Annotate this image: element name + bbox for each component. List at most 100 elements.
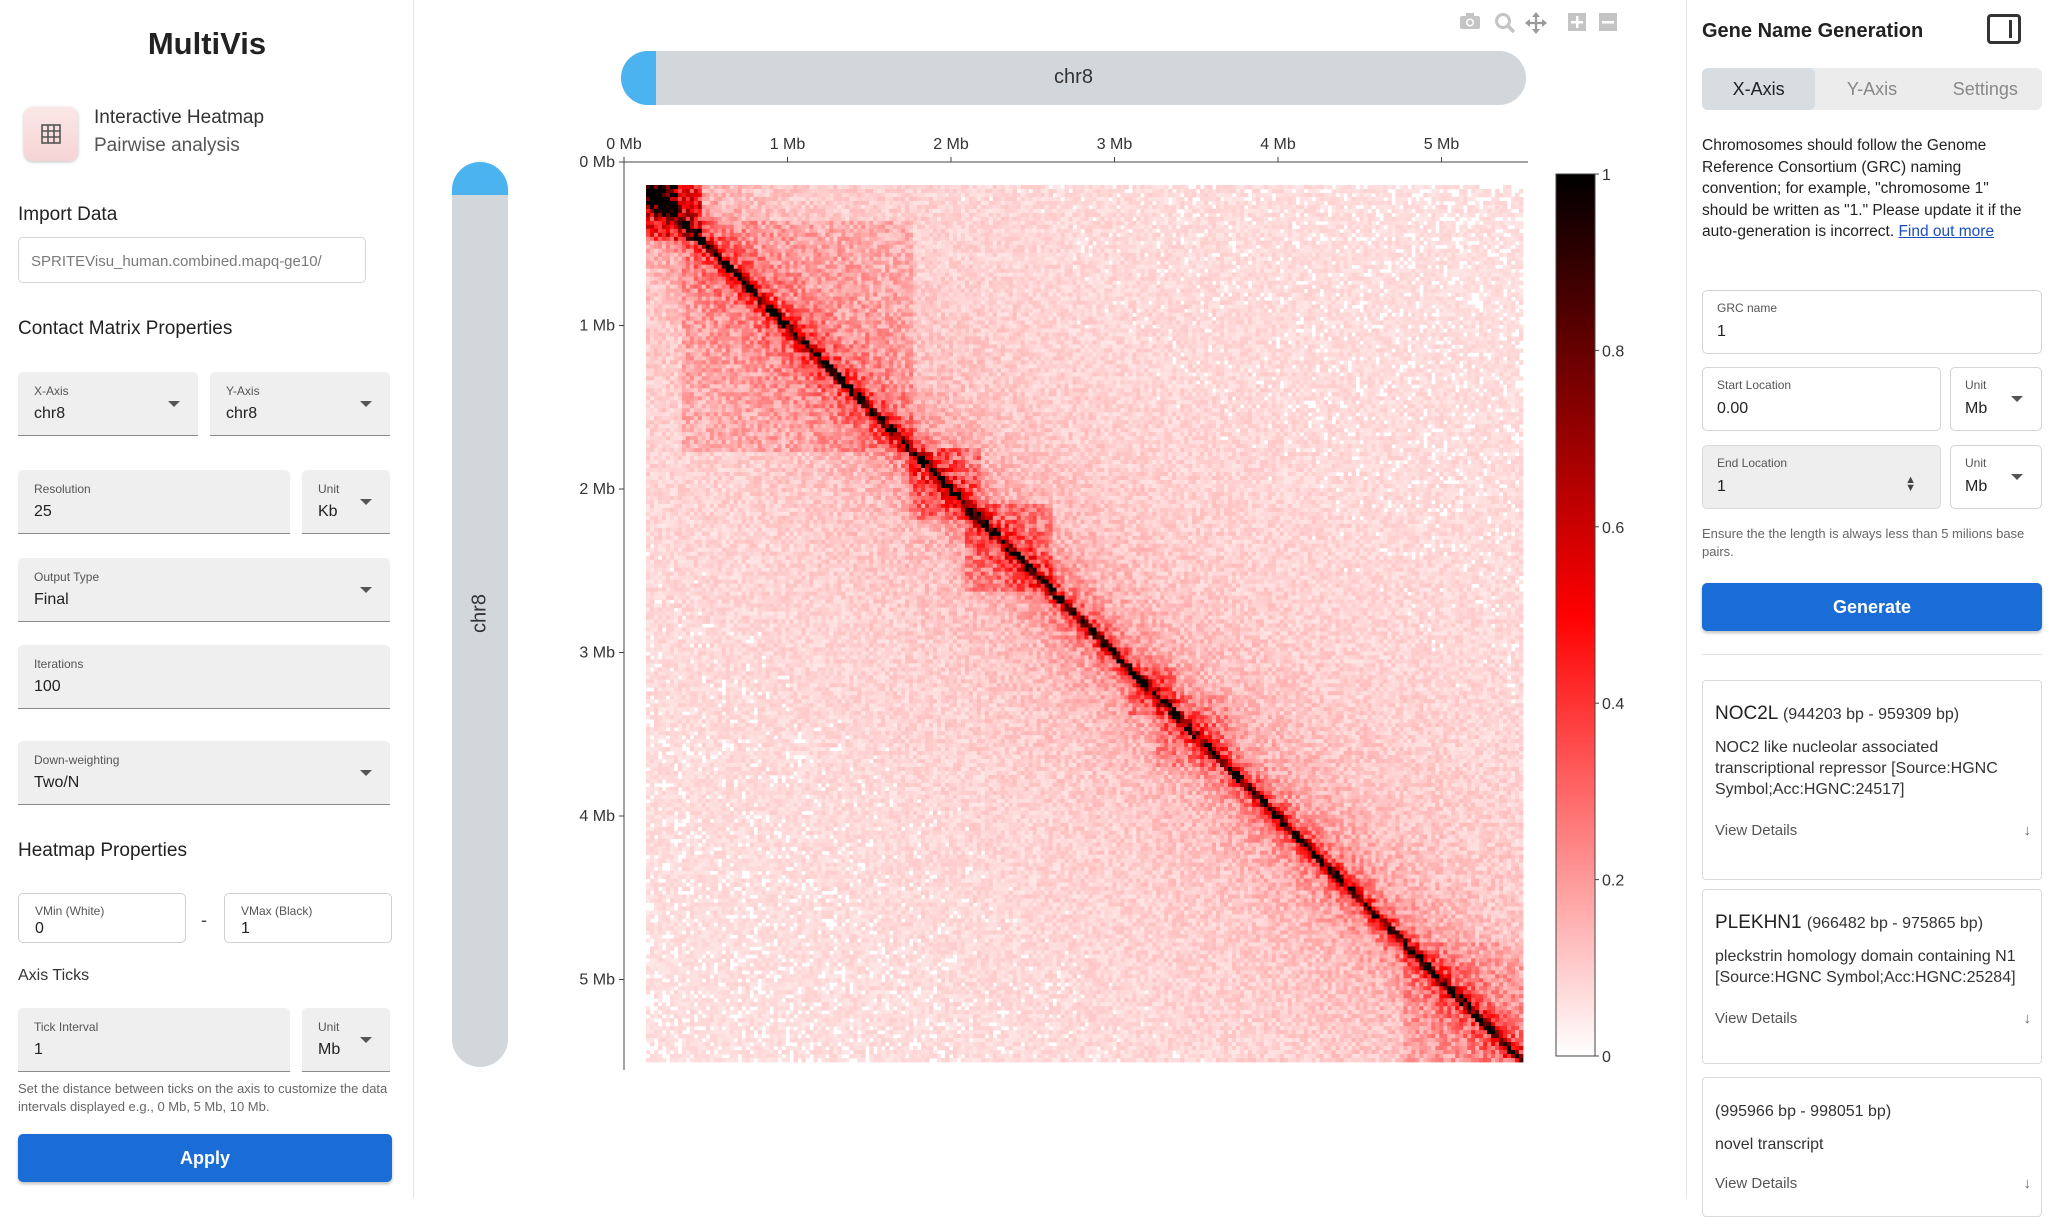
- heatmap-cell[interactable]: [1292, 193, 1296, 197]
- heatmap-cell[interactable]: [1045, 189, 1049, 193]
- heatmap-cell[interactable]: [698, 185, 702, 189]
- heatmap-cell[interactable]: [1515, 197, 1519, 201]
- heatmap-cell[interactable]: [686, 197, 690, 201]
- heatmap-cell[interactable]: [1045, 185, 1049, 189]
- heatmap-cell[interactable]: [1364, 193, 1368, 197]
- resolution-input[interactable]: Resolution 25: [18, 470, 290, 534]
- heatmap-cell[interactable]: [977, 185, 981, 189]
- heatmap-cell[interactable]: [1340, 189, 1344, 193]
- heatmap-cell[interactable]: [1212, 201, 1216, 205]
- heatmap-cell[interactable]: [1312, 201, 1316, 205]
- heatmap-cell[interactable]: [1491, 201, 1495, 205]
- heatmap-cell[interactable]: [1260, 201, 1264, 205]
- heatmap-cell[interactable]: [1256, 193, 1260, 197]
- heatmap-cell[interactable]: [1021, 201, 1025, 205]
- heatmap-cell[interactable]: [829, 185, 833, 189]
- heatmap-cell[interactable]: [953, 193, 957, 197]
- heatmap-cell[interactable]: [841, 185, 845, 189]
- heatmap-cell[interactable]: [985, 185, 989, 189]
- heatmap-cell[interactable]: [977, 201, 981, 205]
- heatmap-cell[interactable]: [925, 197, 929, 201]
- heatmap-cell[interactable]: [1427, 193, 1431, 197]
- heatmap-cell[interactable]: [805, 197, 809, 201]
- heatmap-cell[interactable]: [1208, 189, 1212, 193]
- heatmap-cell[interactable]: [1228, 189, 1232, 193]
- heatmap-cell[interactable]: [845, 185, 849, 189]
- downweighting-select[interactable]: Down-weighting Two/N: [18, 741, 390, 805]
- heatmap-cell[interactable]: [650, 193, 654, 197]
- heatmap-cell[interactable]: [794, 189, 798, 193]
- heatmap-cell[interactable]: [1475, 201, 1479, 205]
- heatmap-cell[interactable]: [1499, 201, 1503, 205]
- heatmap-cell[interactable]: [1256, 201, 1260, 205]
- heatmap-cell[interactable]: [825, 201, 829, 205]
- heatmap-cell[interactable]: [1391, 185, 1395, 189]
- heatmap-cell[interactable]: [901, 185, 905, 189]
- heatmap-cell[interactable]: [694, 201, 698, 205]
- heatmap-cell[interactable]: [965, 193, 969, 197]
- heatmap-cell[interactable]: [1092, 185, 1096, 189]
- heatmap-cell[interactable]: [782, 193, 786, 197]
- heatmap-cell[interactable]: [1017, 201, 1021, 205]
- heatmap-cell[interactable]: [1264, 197, 1268, 201]
- heatmap-cell[interactable]: [1439, 201, 1443, 205]
- heatmap-cell[interactable]: [1029, 201, 1033, 205]
- heatmap-cell[interactable]: [1092, 193, 1096, 197]
- heatmap-cell[interactable]: [646, 197, 650, 201]
- heatmap-cell[interactable]: [853, 201, 857, 205]
- heatmap-cell[interactable]: [1399, 201, 1403, 205]
- heatmap-cell[interactable]: [1144, 193, 1148, 197]
- heatmap-cell[interactable]: [869, 185, 873, 189]
- heatmap-cell[interactable]: [1100, 193, 1104, 197]
- heatmap-cell[interactable]: [1069, 193, 1073, 197]
- heatmap-cell[interactable]: [1220, 193, 1224, 197]
- heatmap-cell[interactable]: [917, 193, 921, 197]
- heatmap-cell[interactable]: [1116, 185, 1120, 189]
- heatmap-cell[interactable]: [865, 197, 869, 201]
- heatmap-cell[interactable]: [1009, 189, 1013, 193]
- heatmap-cell[interactable]: [722, 185, 726, 189]
- heatmap-cell[interactable]: [1188, 193, 1192, 197]
- heatmap-cell[interactable]: [678, 185, 682, 189]
- heatmap-cell[interactable]: [1292, 201, 1296, 205]
- heatmap-cell[interactable]: [857, 189, 861, 193]
- heatmap-cell[interactable]: [682, 193, 686, 197]
- heatmap-cell[interactable]: [1224, 185, 1228, 189]
- heatmap-cell[interactable]: [1212, 193, 1216, 197]
- heatmap-cell[interactable]: [1220, 189, 1224, 193]
- heatmap-cell[interactable]: [1352, 189, 1356, 193]
- heatmap-cell[interactable]: [1352, 185, 1356, 189]
- vmax-input[interactable]: VMax (Black) 1: [224, 893, 392, 943]
- heatmap-cell[interactable]: [917, 189, 921, 193]
- heatmap-cell[interactable]: [973, 189, 977, 193]
- heatmap-cell[interactable]: [1160, 185, 1164, 189]
- heatmap-cell[interactable]: [666, 185, 670, 189]
- heatmap-cell[interactable]: [961, 201, 965, 205]
- heatmap-cell[interactable]: [758, 201, 762, 205]
- heatmap-cell[interactable]: [1443, 185, 1447, 189]
- heatmap-cell[interactable]: [1387, 193, 1391, 197]
- heatmap-cell[interactable]: [1308, 197, 1312, 201]
- heatmap-cell[interactable]: [1057, 197, 1061, 201]
- heatmap-cell[interactable]: [841, 197, 845, 201]
- heatmap-cell[interactable]: [1073, 189, 1077, 193]
- heatmap-cell[interactable]: [1300, 201, 1304, 205]
- heatmap-cell[interactable]: [953, 185, 957, 189]
- heatmap-cell[interactable]: [801, 197, 805, 201]
- heatmap-cell[interactable]: [1280, 189, 1284, 193]
- heatmap-cell[interactable]: [774, 185, 778, 189]
- heatmap-cell[interactable]: [977, 193, 981, 197]
- heatmap-cell[interactable]: [1304, 197, 1308, 201]
- heatmap-cell[interactable]: [813, 193, 817, 197]
- heatmap-cell[interactable]: [1172, 201, 1176, 205]
- heatmap-cell[interactable]: [885, 185, 889, 189]
- heatmap-cell[interactable]: [1276, 189, 1280, 193]
- heatmap-cell[interactable]: [1184, 189, 1188, 193]
- heatmap-cell[interactable]: [1495, 193, 1499, 197]
- heatmap-cell[interactable]: [1148, 193, 1152, 197]
- heatmap-cell[interactable]: [1304, 193, 1308, 197]
- heatmap-cell[interactable]: [813, 189, 817, 193]
- heatmap-cell[interactable]: [813, 201, 817, 205]
- heatmap-cell[interactable]: [961, 189, 965, 193]
- heatmap-cell[interactable]: [1352, 201, 1356, 205]
